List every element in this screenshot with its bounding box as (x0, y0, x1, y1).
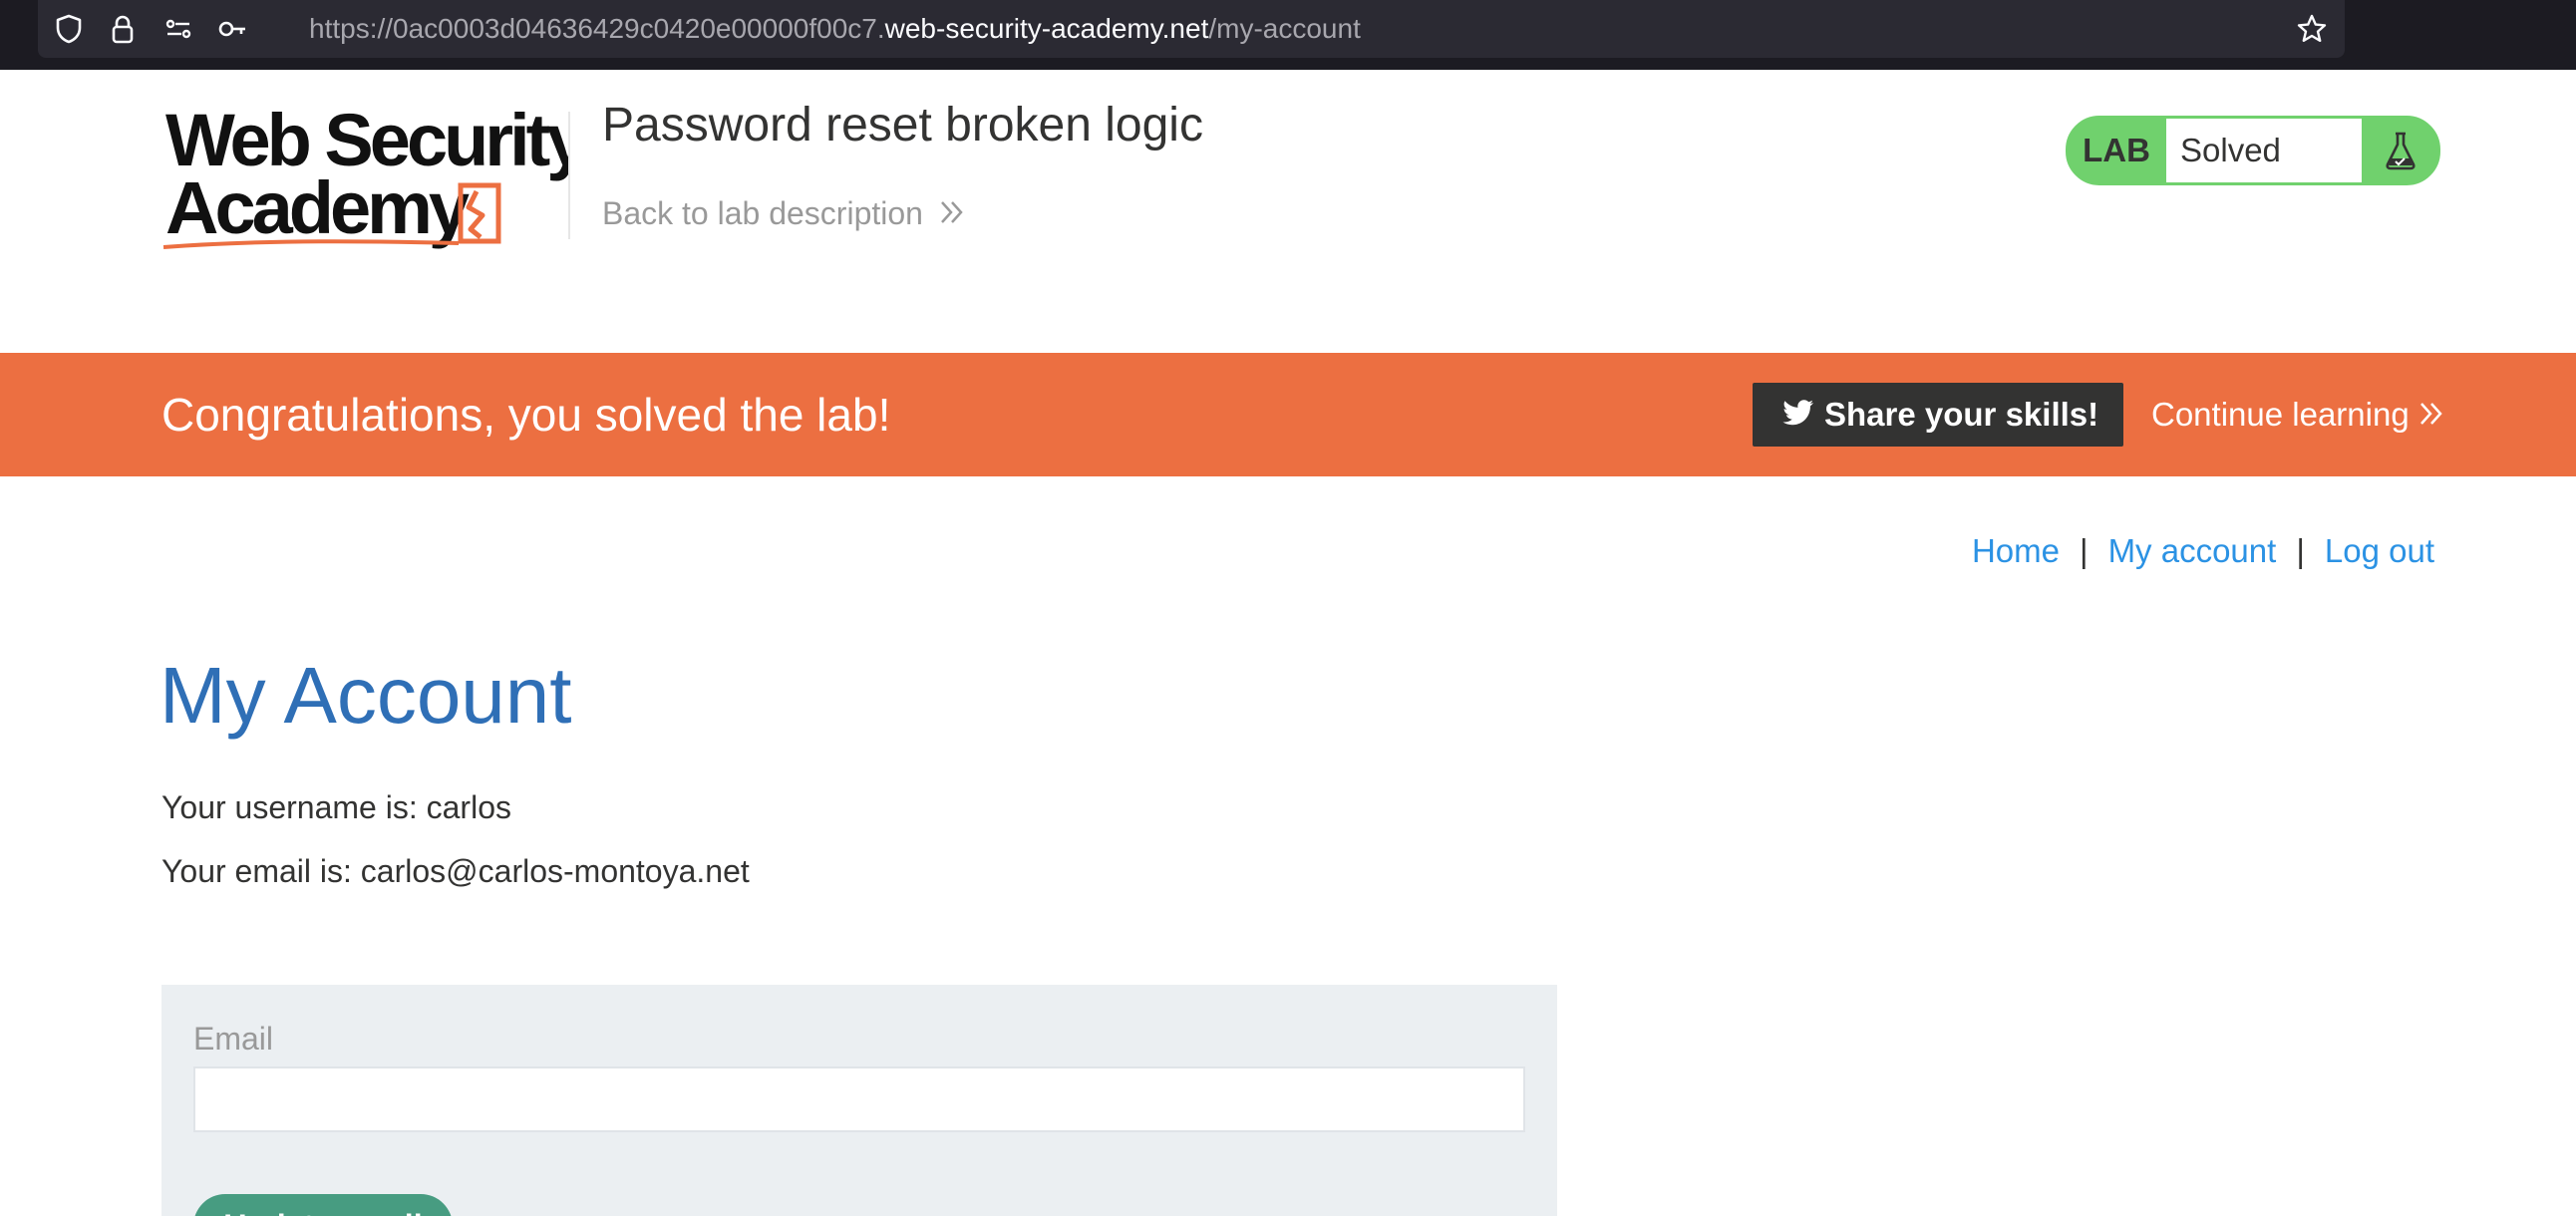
share-button-label: Share your skills! (1824, 396, 2099, 433)
top-nav: Home | My account | Log out (1972, 532, 2434, 570)
page-title: My Account (160, 651, 572, 740)
congratulations-message: Congratulations, you solved the lab! (161, 389, 891, 441)
change-email-form: Email Update email (161, 985, 1557, 1216)
permissions-icon[interactable] (161, 12, 195, 46)
continue-learning-link[interactable]: Continue learning (2151, 353, 2443, 478)
nav-log-out-link[interactable]: Log out (2325, 532, 2434, 569)
flask-icon (2364, 119, 2437, 182)
address-bar[interactable]: https://0ac0003d04636429c0420e00000f00c7… (38, 0, 2345, 58)
url-text[interactable]: https://0ac0003d04636429c0420e00000f00c7… (309, 0, 1361, 58)
nav-my-account-link[interactable]: My account (2108, 532, 2277, 569)
continue-learning-label: Continue learning (2151, 396, 2410, 433)
email-text: Your email is: carlos@carlos-montoya.net (161, 853, 750, 889)
lab-status-text: Solved (2166, 119, 2362, 182)
username-text: Your username is: carlos (161, 789, 511, 825)
lock-icon[interactable] (106, 12, 140, 46)
nav-separator: | (2296, 532, 2305, 569)
key-icon[interactable] (215, 12, 249, 46)
web-security-academy-logo[interactable]: Web Security Academy (160, 108, 568, 257)
shield-icon[interactable] (52, 12, 86, 46)
update-email-button[interactable]: Update email (193, 1194, 453, 1216)
double-chevron-right-icon (2419, 355, 2443, 478)
web-page: Web Security Academy Password reset brok… (0, 70, 2576, 1216)
email-label: Email (193, 1021, 274, 1057)
twitter-icon (1782, 399, 1814, 437)
bookmark-star-icon[interactable] (2295, 12, 2329, 46)
share-your-skills-button[interactable]: Share your skills! (1753, 383, 2123, 447)
header-divider (568, 112, 570, 239)
svg-text:Academy: Academy (165, 166, 470, 249)
lab-status-widget: LAB Solved (2066, 116, 2440, 185)
nav-home-link[interactable]: Home (1972, 532, 2060, 569)
lab-title: Password reset broken logic (602, 99, 1203, 152)
email-input[interactable] (193, 1066, 1525, 1132)
browser-toolbar: https://0ac0003d04636429c0420e00000f00c7… (0, 0, 2576, 70)
nav-separator: | (2079, 532, 2089, 569)
lab-solved-banner: Congratulations, you solved the lab! Sha… (0, 353, 2576, 476)
double-chevron-right-icon (939, 197, 965, 234)
back-to-lab-description-link[interactable]: Back to lab description (602, 195, 965, 234)
back-link-label: Back to lab description (602, 195, 923, 231)
lab-badge: LAB (2083, 132, 2150, 168)
